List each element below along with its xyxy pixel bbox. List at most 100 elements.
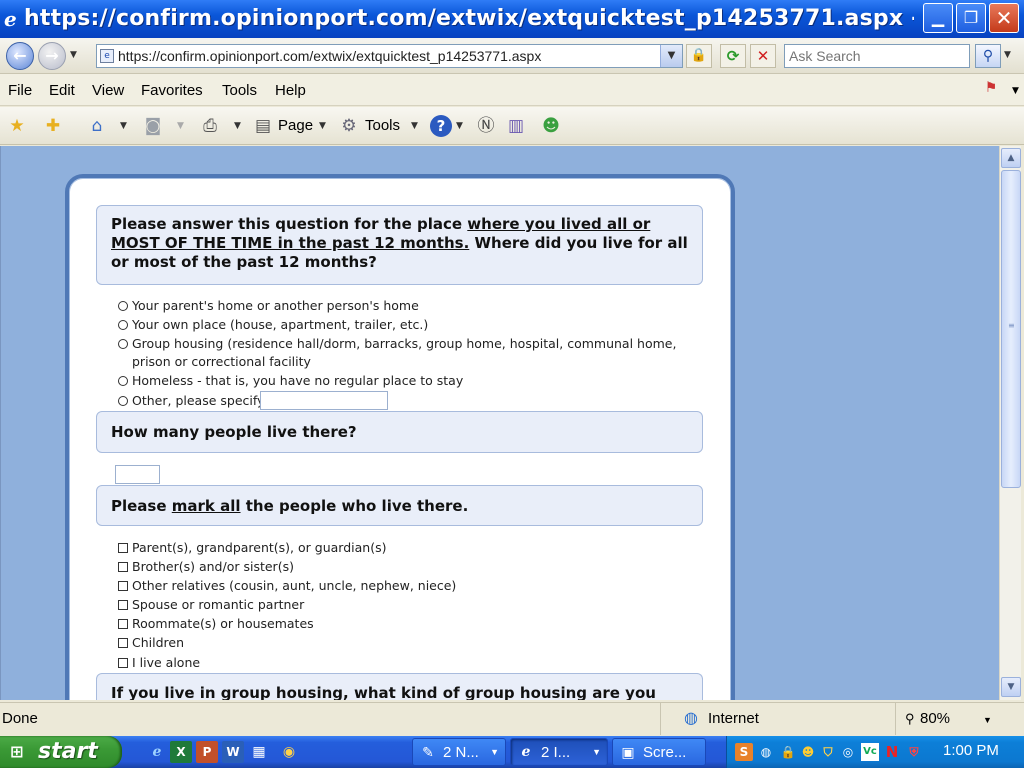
- scroll-up-arrow-icon[interactable]: ▲: [1001, 148, 1021, 168]
- checkbox[interactable]: [118, 581, 128, 591]
- tray-n-icon[interactable]: N: [883, 743, 901, 761]
- question-members-suffix: the people who live there.: [240, 497, 469, 515]
- word-icon[interactable]: W: [222, 741, 244, 763]
- zoom-icon[interactable]: ⚲: [905, 711, 915, 727]
- vertical-scrollbar[interactable]: ▲ ≡ ▼: [999, 146, 1021, 700]
- feeds-dropdown-icon[interactable]: ▼: [177, 121, 184, 131]
- add-favorite-icon[interactable]: ✚: [42, 115, 64, 137]
- checkbox[interactable]: [118, 600, 128, 610]
- home-icon[interactable]: ⌂: [86, 115, 108, 137]
- search-options-dropdown-icon[interactable]: ▼: [1004, 50, 1011, 60]
- maximize-button[interactable]: ❐: [956, 3, 986, 33]
- tray-shield-icon[interactable]: ⛉: [819, 743, 837, 761]
- messenger-icon[interactable]: ☻: [540, 115, 562, 137]
- option-label: Children: [132, 635, 185, 650]
- option-label: Roommate(s) or housemates: [132, 616, 314, 631]
- tray-app-icon[interactable]: S: [735, 743, 753, 761]
- zoom-dropdown-icon[interactable]: ▼: [983, 715, 992, 725]
- other-specify-input[interactable]: [260, 391, 388, 410]
- scroll-down-arrow-icon[interactable]: ▼: [1001, 677, 1021, 697]
- history-dropdown-icon[interactable]: ▼: [70, 50, 80, 60]
- task-notes[interactable]: ✎ 2 N... ▼: [412, 738, 506, 766]
- tray-disc-icon[interactable]: ◎: [839, 743, 857, 761]
- security-lock-button[interactable]: 🔒: [686, 44, 712, 68]
- household-count-input[interactable]: [115, 465, 160, 484]
- page-menu-icon[interactable]: ▤: [252, 115, 274, 137]
- back-button[interactable]: ←: [6, 42, 34, 70]
- checkbox[interactable]: [118, 638, 128, 648]
- media-player-icon[interactable]: ◉: [278, 741, 300, 763]
- tools-menu-label[interactable]: Tools: [365, 117, 400, 134]
- status-text: Done: [2, 710, 38, 727]
- print-icon[interactable]: ⎙: [199, 115, 221, 137]
- refresh-icon: ⟳: [726, 47, 740, 65]
- tray-antivirus-icon[interactable]: ⛨: [905, 743, 923, 761]
- clock[interactable]: 1:00 PM: [943, 742, 999, 759]
- tools-gear-icon[interactable]: ⚙: [338, 115, 360, 137]
- start-button[interactable]: ⊞ start: [0, 736, 122, 768]
- menu-tools[interactable]: Tools: [222, 82, 257, 99]
- page-menu-label[interactable]: Page: [278, 117, 313, 134]
- excel-icon[interactable]: X: [170, 741, 192, 763]
- address-url[interactable]: https://confirm.opinionport.com/extwix/e…: [118, 48, 541, 64]
- print-dropdown-icon[interactable]: ▼: [234, 121, 241, 131]
- help-icon[interactable]: ?: [430, 115, 452, 137]
- radio-button[interactable]: [118, 301, 128, 311]
- option-label: Group housing (residence hall/dorm, barr…: [132, 336, 677, 351]
- search-input[interactable]: [785, 45, 965, 67]
- security-zone-label: Internet: [708, 710, 759, 727]
- tray-vc-icon[interactable]: Vc: [861, 743, 879, 761]
- feeds-icon[interactable]: ◙: [142, 115, 164, 137]
- ie-quicklaunch-icon[interactable]: e: [146, 741, 168, 763]
- option-label: Spouse or romantic partner: [132, 597, 305, 612]
- search-field[interactable]: [784, 44, 970, 68]
- task-internet-explorer[interactable]: e 2 I... ▼: [510, 738, 608, 766]
- menu-favorites[interactable]: Favorites: [141, 82, 203, 99]
- option-label: Your parent's home or another person's h…: [132, 298, 419, 313]
- tray-network-icon[interactable]: ◍: [757, 743, 775, 761]
- task-screenshot[interactable]: ▣ Scre...: [612, 738, 706, 766]
- research-icon[interactable]: ▥: [505, 115, 527, 137]
- task-label: 2 N...: [443, 744, 479, 761]
- status-divider: [895, 703, 896, 735]
- minimize-button[interactable]: ▁: [923, 3, 953, 33]
- forward-button[interactable]: →: [38, 42, 66, 70]
- checkbox[interactable]: [118, 619, 128, 629]
- radio-button[interactable]: [118, 396, 128, 406]
- radio-button[interactable]: [118, 376, 128, 386]
- address-dropdown-icon[interactable]: ▼: [660, 45, 682, 67]
- radio-button[interactable]: [118, 320, 128, 330]
- stop-button[interactable]: ✕: [750, 44, 776, 68]
- home-dropdown-icon[interactable]: ▼: [120, 121, 127, 131]
- task-group-dropdown-icon[interactable]: ▼: [490, 747, 499, 757]
- windows-flag-icon[interactable]: ⚑: [980, 80, 1002, 100]
- menu-help[interactable]: Help: [275, 82, 306, 99]
- refresh-button[interactable]: ⟳: [720, 44, 746, 68]
- tray-lock-icon[interactable]: 🔒: [779, 743, 797, 761]
- show-desktop-icon[interactable]: ▦: [248, 741, 270, 763]
- checkbox[interactable]: [118, 562, 128, 572]
- zoom-level[interactable]: 80%: [920, 710, 950, 727]
- scrollbar-thumb[interactable]: ≡: [1001, 170, 1021, 488]
- menu-file[interactable]: File: [8, 82, 32, 99]
- search-button[interactable]: ⚲: [975, 44, 1001, 68]
- address-field[interactable]: e https://confirm.opinionport.com/extwix…: [96, 44, 683, 68]
- task-group-dropdown-icon[interactable]: ▼: [592, 747, 601, 757]
- news-icon[interactable]: Ⓝ: [475, 115, 497, 137]
- menu-view[interactable]: View: [92, 82, 124, 99]
- help-dropdown-icon[interactable]: ▼: [456, 121, 463, 131]
- close-button[interactable]: ✕: [989, 3, 1019, 33]
- question-household-size-text: How many people live there?: [111, 423, 357, 441]
- page-menu-dropdown-icon[interactable]: ▼: [319, 121, 326, 131]
- window-title: https://confirm.opinionport.com/extwix/e…: [24, 6, 914, 31]
- menu-edit[interactable]: Edit: [49, 82, 75, 99]
- checkbox[interactable]: [118, 658, 128, 668]
- powerpoint-icon[interactable]: P: [196, 741, 218, 763]
- tools-dropdown-icon[interactable]: ▼: [411, 121, 418, 131]
- task-app-icon: e: [521, 744, 531, 760]
- favorites-star-icon[interactable]: ★: [6, 115, 28, 137]
- radio-button[interactable]: [118, 339, 128, 349]
- tray-users-icon[interactable]: ☻: [799, 743, 817, 761]
- flag-dropdown-icon[interactable]: ▼: [1012, 86, 1019, 96]
- checkbox[interactable]: [118, 543, 128, 553]
